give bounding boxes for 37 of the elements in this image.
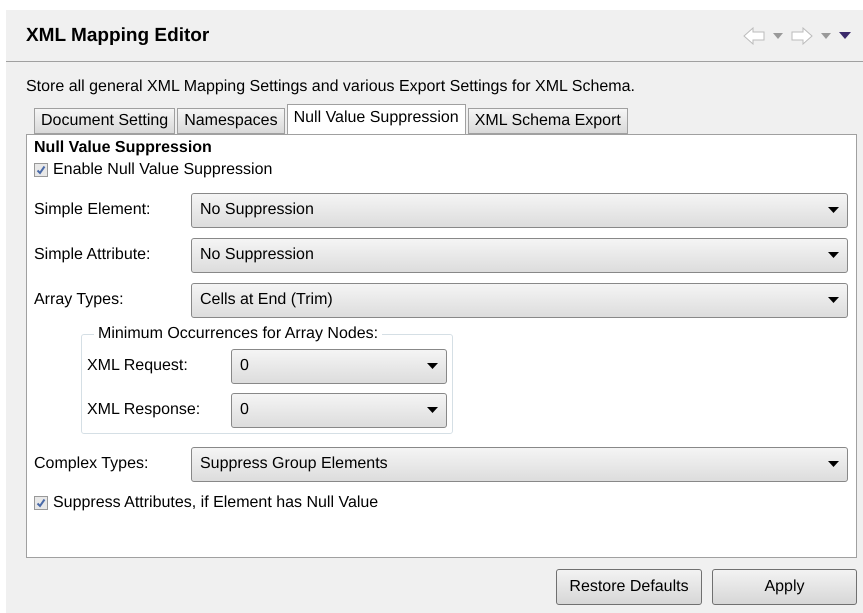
forward-arrow-icon[interactable]	[791, 26, 813, 44]
dropdown-caret-icon	[427, 363, 438, 369]
dropdown-caret-icon	[828, 207, 839, 213]
checkbox-label: Suppress Attributes, if Element has Null Value	[53, 494, 378, 512]
dropdown-caret-icon	[828, 252, 839, 258]
tab[interactable]: Null Value Suppression	[286, 104, 466, 134]
dropdown[interactable]: No Suppression	[191, 192, 848, 228]
field-label: Simple Element:	[34, 201, 152, 219]
tab[interactable]: Document Setting	[34, 108, 176, 134]
dropdown-caret-icon[interactable]	[821, 32, 831, 38]
dropdown-caret-icon	[828, 461, 839, 467]
dropdown-caret-icon	[828, 297, 839, 303]
tab[interactable]: XML Schema Export	[468, 108, 628, 134]
field-label: Complex Types:	[34, 455, 150, 473]
dropdown-caret-icon[interactable]	[773, 32, 783, 38]
dropdown[interactable]: Suppress Group Elements	[191, 446, 848, 482]
dropdown[interactable]: Cells at End (Trim)	[191, 282, 848, 318]
view-menu-icon[interactable]	[839, 32, 851, 39]
tab[interactable]: Namespaces	[177, 108, 285, 134]
field-label: XML Response:	[87, 401, 202, 419]
checkbox[interactable]	[34, 496, 48, 510]
action-button[interactable]: Apply	[712, 569, 857, 605]
back-arrow-icon[interactable]	[743, 26, 765, 44]
dropdown[interactable]: 0	[231, 348, 447, 384]
checkbox[interactable]	[34, 163, 48, 177]
dropdown[interactable]: 0	[231, 392, 447, 428]
description-text: Store all general XML Mapping Settings and various Export Settings for XML Schema.	[26, 78, 636, 96]
section-title: Null Value Suppression	[34, 139, 213, 157]
dropdown[interactable]: No Suppression	[191, 238, 848, 272]
field-label: XML Request:	[87, 357, 189, 375]
dropdown-caret-icon	[427, 407, 438, 413]
action-button[interactable]: Restore Defaults	[556, 569, 702, 605]
group-title: Minimum Occurrences for Array Nodes:	[94, 325, 382, 343]
field-label: Array Types:	[34, 291, 125, 309]
field-label: Simple Attribute:	[34, 246, 152, 264]
checkbox-label: Enable Null Value Suppression	[53, 161, 272, 179]
window-title: XML Mapping Editor	[26, 24, 210, 46]
